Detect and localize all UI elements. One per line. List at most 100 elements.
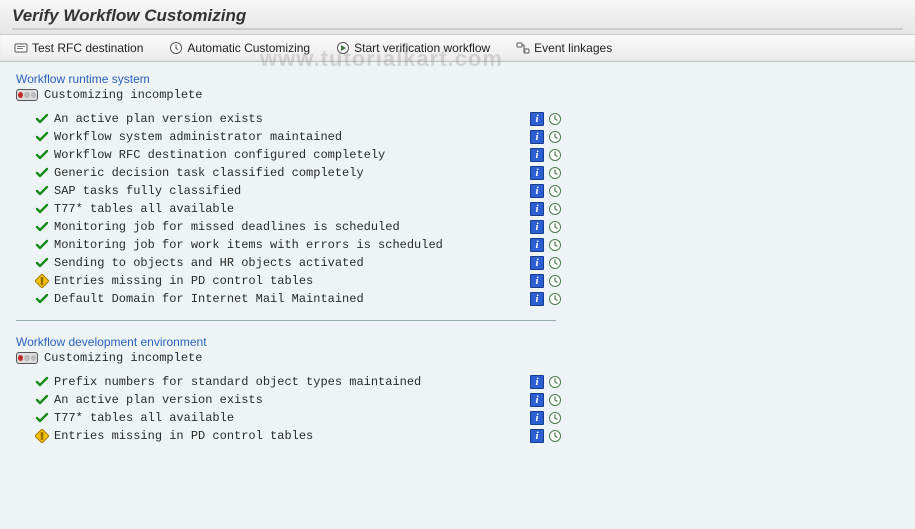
status-check bbox=[34, 220, 50, 234]
list-item: Default Domain for Internet Mail Maintai… bbox=[34, 290, 899, 308]
item-label: Entries missing in PD control tables bbox=[50, 274, 530, 288]
item-actions: i bbox=[530, 202, 562, 216]
check-icon bbox=[35, 411, 49, 425]
section-devenv-status: Customizing incomplete bbox=[16, 351, 899, 365]
item-actions: i bbox=[530, 411, 562, 425]
item-actions: i bbox=[530, 274, 562, 288]
execute-icon[interactable] bbox=[548, 148, 562, 162]
execute-icon[interactable] bbox=[548, 292, 562, 306]
execute-icon[interactable] bbox=[548, 112, 562, 126]
runtime-list: An active plan version existsiWorkflow s… bbox=[34, 110, 899, 308]
item-label: Generic decision task classified complet… bbox=[50, 166, 530, 180]
section-runtime-status: Customizing incomplete bbox=[16, 88, 899, 102]
execute-icon bbox=[336, 41, 350, 55]
title-bar: Verify Workflow Customizing bbox=[0, 0, 915, 35]
execute-icon[interactable] bbox=[548, 393, 562, 407]
item-actions: i bbox=[530, 292, 562, 306]
list-item: An active plan version existsi bbox=[34, 391, 899, 409]
list-item: Entries missing in PD control tablesi bbox=[34, 272, 899, 290]
execute-icon[interactable] bbox=[548, 411, 562, 425]
info-icon[interactable]: i bbox=[530, 220, 544, 234]
event-linkages-button[interactable]: Event linkages bbox=[512, 39, 616, 57]
info-icon[interactable]: i bbox=[530, 393, 544, 407]
info-icon[interactable]: i bbox=[530, 429, 544, 443]
check-icon bbox=[35, 130, 49, 144]
link-icon bbox=[516, 41, 530, 55]
info-icon[interactable]: i bbox=[530, 202, 544, 216]
execute-icon[interactable] bbox=[548, 166, 562, 180]
item-actions: i bbox=[530, 256, 562, 270]
info-icon[interactable]: i bbox=[530, 184, 544, 198]
info-icon[interactable]: i bbox=[530, 292, 544, 306]
info-icon[interactable]: i bbox=[530, 166, 544, 180]
execute-icon[interactable] bbox=[548, 238, 562, 252]
execute-icon[interactable] bbox=[548, 274, 562, 288]
item-label: SAP tasks fully classified bbox=[50, 184, 530, 198]
section-devenv-status-text: Customizing incomplete bbox=[44, 351, 202, 365]
info-icon[interactable]: i bbox=[530, 256, 544, 270]
info-icon[interactable]: i bbox=[530, 375, 544, 389]
execute-icon[interactable] bbox=[548, 256, 562, 270]
check-icon bbox=[35, 292, 49, 306]
execute-icon[interactable] bbox=[548, 429, 562, 443]
start-verification-button[interactable]: Start verification workflow bbox=[332, 39, 494, 57]
list-item: T77* tables all availablei bbox=[34, 200, 899, 218]
check-icon bbox=[35, 184, 49, 198]
execute-icon[interactable] bbox=[548, 184, 562, 198]
check-icon bbox=[35, 112, 49, 126]
section-divider bbox=[16, 320, 556, 321]
list-item: An active plan version existsi bbox=[34, 110, 899, 128]
item-label: Sending to objects and HR objects activa… bbox=[50, 256, 530, 270]
warning-icon bbox=[35, 274, 49, 288]
status-check bbox=[34, 166, 50, 180]
info-icon[interactable]: i bbox=[530, 274, 544, 288]
execute-icon[interactable] bbox=[548, 130, 562, 144]
status-check bbox=[34, 148, 50, 162]
status-check bbox=[34, 393, 50, 407]
status-check bbox=[34, 256, 50, 270]
auto-customizing-button[interactable]: Automatic Customizing bbox=[165, 39, 314, 57]
event-linkages-label: Event linkages bbox=[534, 41, 612, 55]
check-icon bbox=[35, 202, 49, 216]
check-icon bbox=[35, 220, 49, 234]
execute-icon[interactable] bbox=[548, 202, 562, 216]
list-item: SAP tasks fully classifiedi bbox=[34, 182, 899, 200]
section-runtime-status-text: Customizing incomplete bbox=[44, 88, 202, 102]
check-icon bbox=[35, 393, 49, 407]
list-item: Entries missing in PD control tablesi bbox=[34, 427, 899, 445]
toolbar: Test RFC destination Automatic Customizi… bbox=[0, 35, 915, 62]
status-check bbox=[34, 202, 50, 216]
info-icon[interactable]: i bbox=[530, 148, 544, 162]
devenv-list: Prefix numbers for standard object types… bbox=[34, 373, 899, 445]
info-icon[interactable]: i bbox=[530, 130, 544, 144]
execute-icon[interactable] bbox=[548, 220, 562, 234]
item-actions: i bbox=[530, 220, 562, 234]
check-icon bbox=[35, 166, 49, 180]
item-label: Workflow RFC destination configured comp… bbox=[50, 148, 530, 162]
test-rfc-button[interactable]: Test RFC destination bbox=[10, 39, 147, 57]
item-actions: i bbox=[530, 130, 562, 144]
section-devenv-title: Workflow development environment bbox=[16, 335, 899, 349]
item-actions: i bbox=[530, 112, 562, 126]
content: Workflow runtime system Customizing inco… bbox=[0, 62, 915, 529]
item-label: T77* tables all available bbox=[50, 411, 530, 425]
execute-icon[interactable] bbox=[548, 375, 562, 389]
info-icon[interactable]: i bbox=[530, 238, 544, 252]
test-rfc-label: Test RFC destination bbox=[32, 41, 143, 55]
list-item: Generic decision task classified complet… bbox=[34, 164, 899, 182]
info-icon[interactable]: i bbox=[530, 411, 544, 425]
status-check bbox=[34, 130, 50, 144]
info-icon[interactable]: i bbox=[530, 112, 544, 126]
check-icon bbox=[35, 256, 49, 270]
page-title: Verify Workflow Customizing bbox=[12, 6, 903, 26]
section-runtime: Workflow runtime system Customizing inco… bbox=[16, 72, 899, 308]
item-label: Monitoring job for work items with error… bbox=[50, 238, 530, 252]
traffic-light-icon bbox=[16, 352, 38, 364]
item-label: An active plan version exists bbox=[50, 112, 530, 126]
clock-gear-icon bbox=[169, 41, 183, 55]
status-check bbox=[34, 238, 50, 252]
warning-icon bbox=[35, 429, 49, 443]
list-item: Monitoring job for work items with error… bbox=[34, 236, 899, 254]
status-check bbox=[34, 411, 50, 425]
item-label: An active plan version exists bbox=[50, 393, 530, 407]
